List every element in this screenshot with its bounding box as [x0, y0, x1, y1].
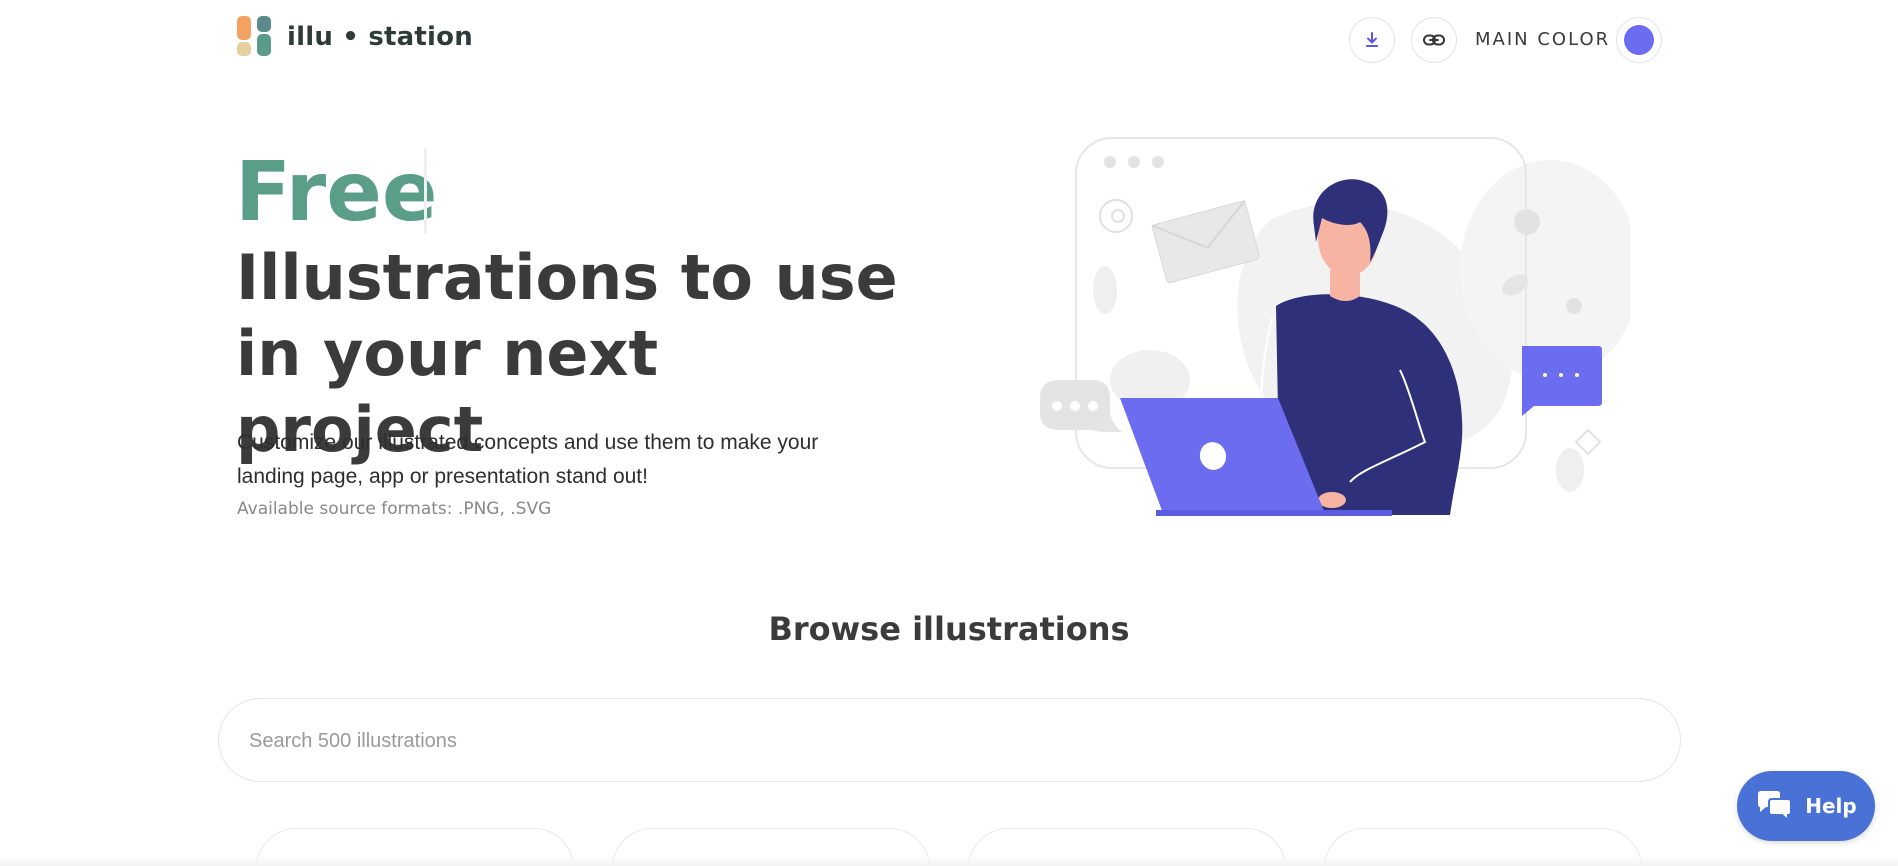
brand-name: illu • station — [287, 22, 473, 52]
link-icon — [1423, 34, 1445, 46]
top-header: illu • station MAIN COLOR — [0, 0, 1898, 80]
typing-caret — [424, 148, 427, 234]
search-bar[interactable] — [218, 698, 1681, 782]
main-color-label: MAIN COLOR — [1475, 29, 1611, 50]
chat-icon — [1758, 791, 1793, 822]
help-label: Help — [1805, 794, 1857, 818]
hero-description: Customize our illustrated concepts and u… — [237, 431, 819, 488]
brand-logo[interactable]: illu • station — [237, 16, 473, 58]
main-color-picker[interactable] — [1616, 17, 1662, 63]
logo-mark-icon — [237, 16, 273, 58]
search-input[interactable] — [249, 719, 1629, 763]
copy-link-button[interactable] — [1411, 17, 1457, 63]
hero-highlight: Free — [235, 145, 438, 240]
hero-illustration — [1040, 137, 1630, 516]
download-icon — [1366, 32, 1378, 47]
source-formats: Available source formats: .PNG, .SVG — [237, 499, 552, 519]
bottom-fade — [0, 856, 1898, 866]
download-button[interactable] — [1349, 17, 1395, 63]
main-color-swatch — [1624, 25, 1654, 55]
help-button[interactable]: Help — [1737, 771, 1875, 841]
browse-title: Browse illustrations — [768, 610, 1130, 648]
